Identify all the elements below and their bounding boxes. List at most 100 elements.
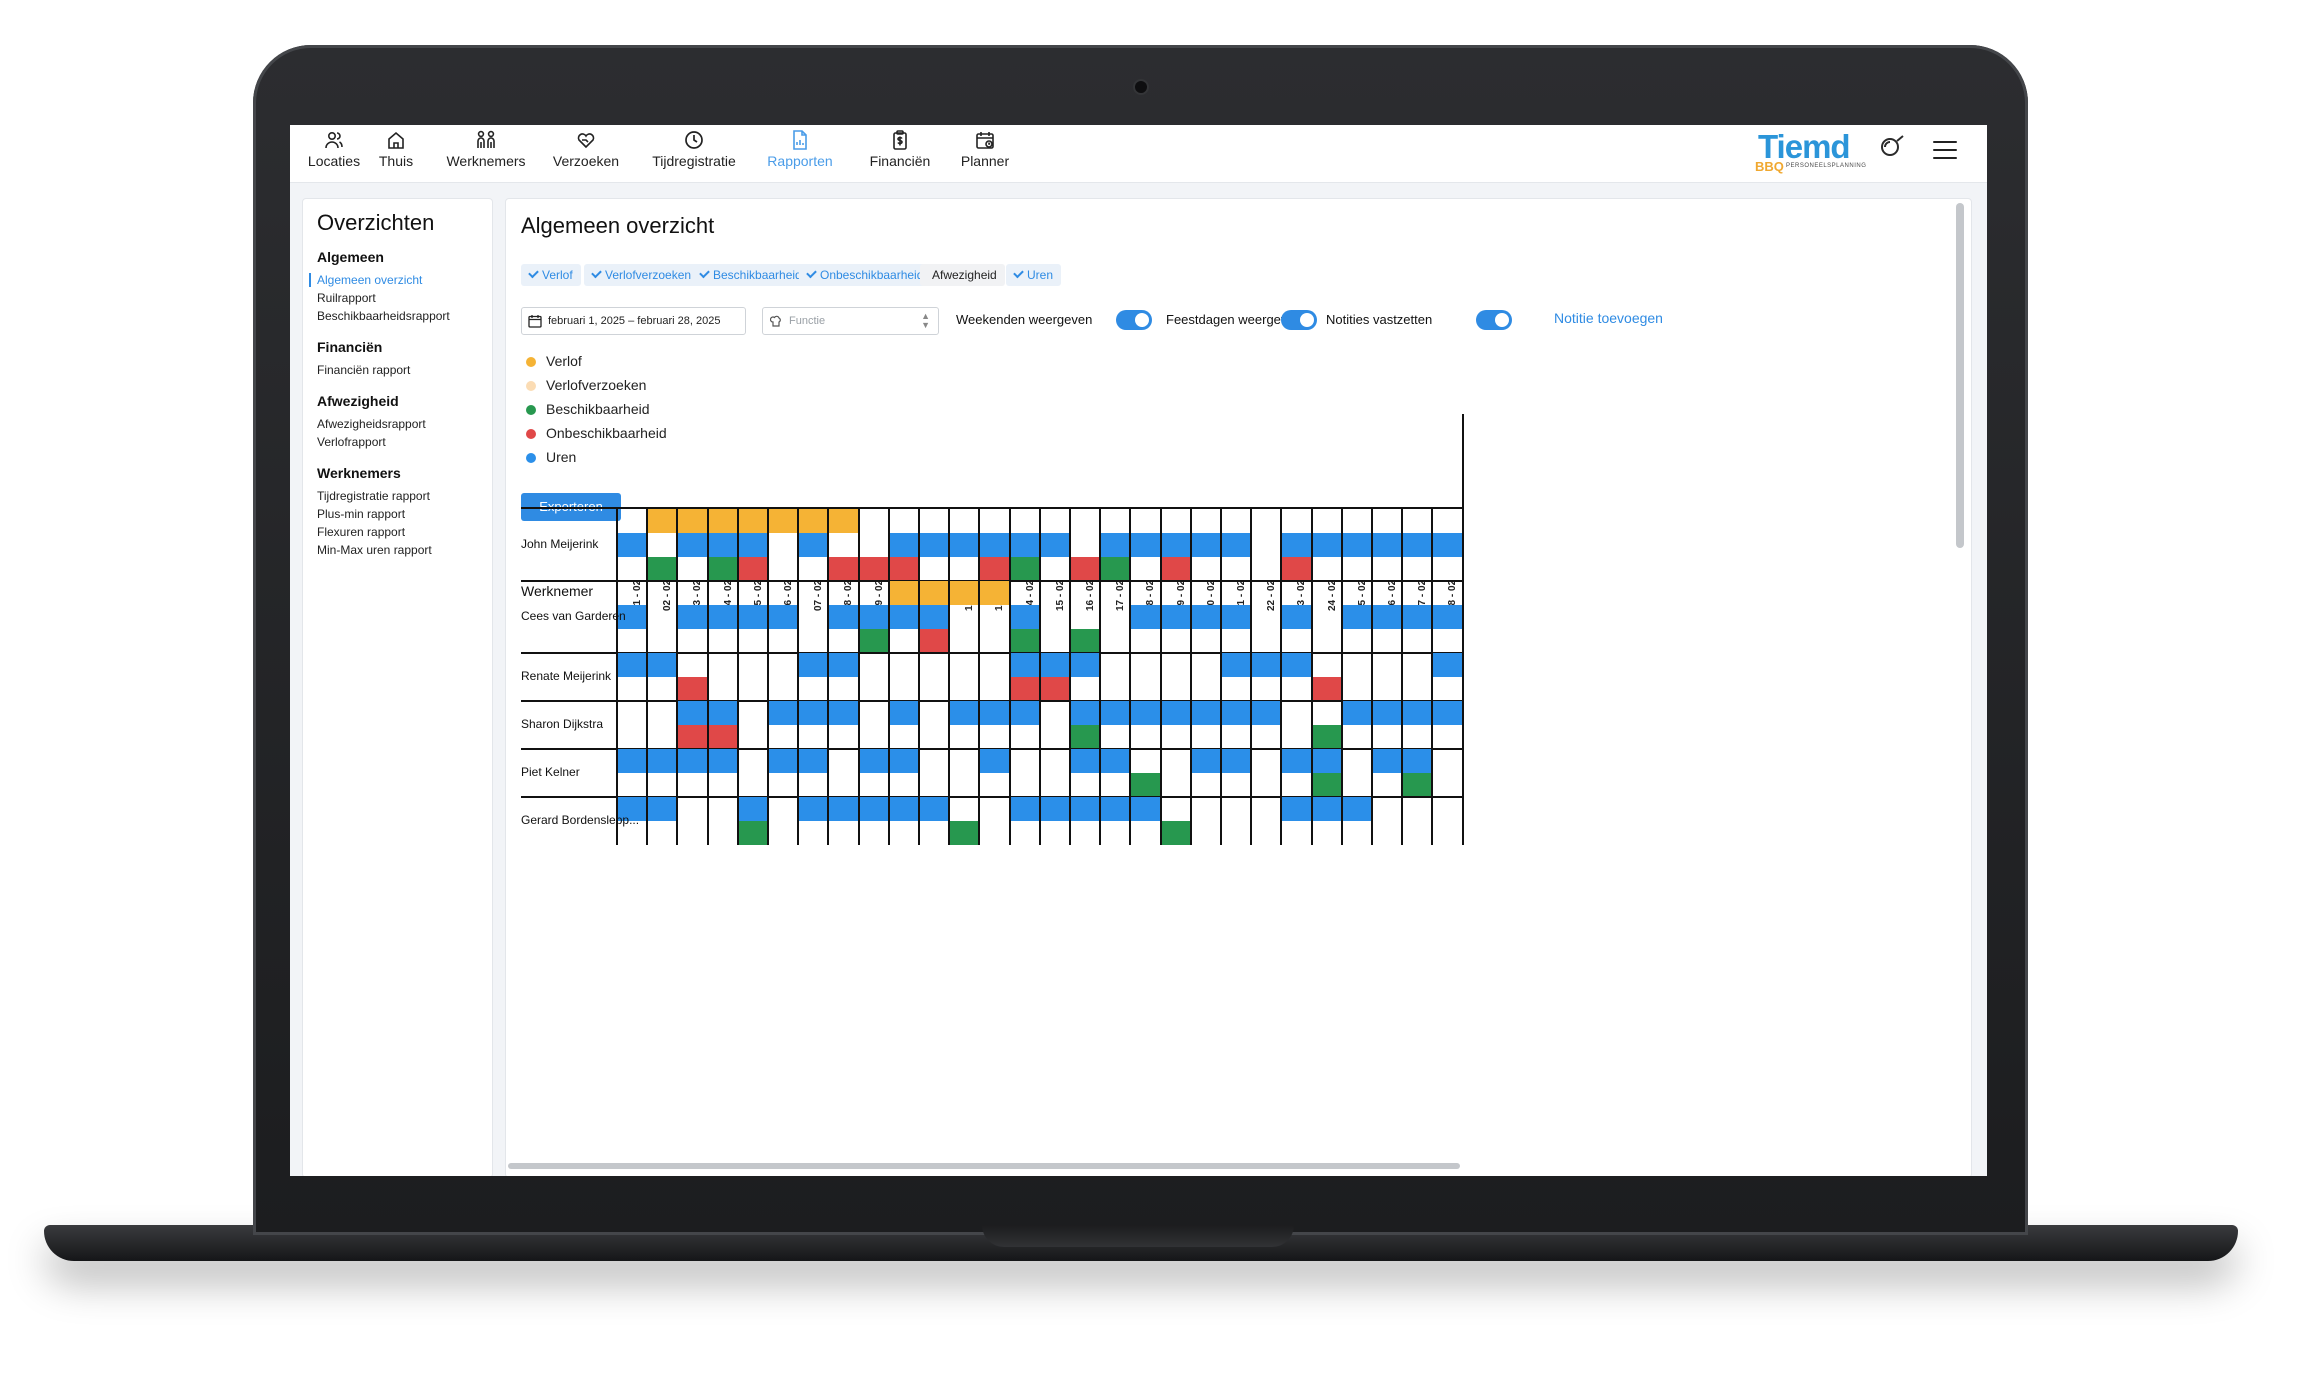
schedule-cell[interactable]: [1402, 773, 1432, 797]
schedule-cell[interactable]: [1039, 653, 1069, 677]
schedule-cell[interactable]: [949, 821, 979, 845]
schedule-cell[interactable]: [1311, 677, 1341, 701]
schedule-cell[interactable]: [647, 557, 677, 581]
chip-verlofverzoeken[interactable]: Verlofverzoeken: [584, 264, 700, 286]
toggle-feestdagen[interactable]: [1281, 310, 1317, 330]
schedule-cell[interactable]: [1070, 653, 1100, 677]
schedule-cell[interactable]: [1402, 605, 1432, 629]
schedule-cell[interactable]: [979, 749, 1009, 773]
toggle-notities[interactable]: [1476, 310, 1512, 330]
schedule-cell[interactable]: [828, 557, 858, 581]
schedule-cell[interactable]: [707, 533, 737, 557]
schedule-cell[interactable]: [768, 749, 798, 773]
sidebar-item[interactable]: Algemeen overzicht: [309, 271, 492, 289]
schedule-cell[interactable]: [1009, 533, 1039, 557]
schedule-cell[interactable]: [858, 629, 888, 653]
schedule-cell[interactable]: [1281, 557, 1311, 581]
schedule-cell[interactable]: [949, 701, 979, 725]
schedule-cell[interactable]: [768, 701, 798, 725]
schedule-cell[interactable]: [1281, 797, 1311, 821]
schedule-cell[interactable]: [1432, 533, 1462, 557]
schedule-cell[interactable]: [1160, 701, 1190, 725]
schedule-cell[interactable]: [1221, 605, 1251, 629]
schedule-cell[interactable]: [1432, 605, 1462, 629]
schedule-cell[interactable]: [1281, 653, 1311, 677]
sidebar-item[interactable]: Verlofrapport: [317, 433, 492, 451]
schedule-cell[interactable]: [1432, 701, 1462, 725]
schedule-cell[interactable]: [919, 533, 949, 557]
sidebar-item[interactable]: Ruilrapport: [317, 289, 492, 307]
schedule-cell[interactable]: [1341, 701, 1371, 725]
schedule-cell[interactable]: [1190, 533, 1220, 557]
tiemdo-logo[interactable]: Tiemd BBQ PERSONEELSPLANNING: [1755, 128, 1904, 178]
schedule-cell[interactable]: [1160, 605, 1190, 629]
schedule-cell[interactable]: [1221, 749, 1251, 773]
schedule-cell[interactable]: [888, 797, 918, 821]
schedule-cell[interactable]: [1070, 725, 1100, 749]
schedule-cell[interactable]: [828, 605, 858, 629]
sidebar-item[interactable]: Beschikbaarheidsrapport: [317, 307, 492, 325]
schedule-cell[interactable]: [888, 533, 918, 557]
schedule-cell[interactable]: [677, 725, 707, 749]
schedule-cell[interactable]: [768, 509, 798, 533]
schedule-cell[interactable]: [1251, 653, 1281, 677]
schedule-cell[interactable]: [888, 605, 918, 629]
schedule-cell[interactable]: [828, 509, 858, 533]
schedule-cell[interactable]: [1070, 749, 1100, 773]
schedule-cell[interactable]: [919, 605, 949, 629]
schedule-cell[interactable]: [1311, 749, 1341, 773]
schedule-cell[interactable]: [949, 581, 979, 605]
schedule-cell[interactable]: [1190, 749, 1220, 773]
schedule-cell[interactable]: [1160, 533, 1190, 557]
schedule-cell[interactable]: [1372, 605, 1402, 629]
schedule-cell[interactable]: [1190, 701, 1220, 725]
schedule-cell[interactable]: [798, 533, 828, 557]
schedule-cell[interactable]: [1372, 701, 1402, 725]
schedule-cell[interactable]: [1402, 749, 1432, 773]
schedule-cell[interactable]: [737, 797, 767, 821]
schedule-cell[interactable]: [1281, 605, 1311, 629]
schedule-cell[interactable]: [858, 797, 888, 821]
chip-uren[interactable]: Uren: [1006, 264, 1062, 286]
sidebar-item[interactable]: Plus-min rapport: [317, 505, 492, 523]
schedule-cell[interactable]: [1311, 797, 1341, 821]
nav-item-verzoeken[interactable]: Verzoeken: [545, 130, 627, 180]
schedule-cell[interactable]: [858, 557, 888, 581]
schedule-cell[interactable]: [707, 725, 737, 749]
schedule-cell[interactable]: [1100, 533, 1130, 557]
schedule-cell[interactable]: [737, 533, 767, 557]
schedule-cell[interactable]: [798, 749, 828, 773]
schedule-cell[interactable]: [677, 509, 707, 533]
sidebar-item[interactable]: Flexuren rapport: [317, 523, 492, 541]
sidebar-item[interactable]: Tijdregistratie rapport: [317, 487, 492, 505]
schedule-cell[interactable]: [1372, 749, 1402, 773]
menu-icon[interactable]: [1933, 141, 1957, 161]
schedule-cell[interactable]: [1100, 797, 1130, 821]
schedule-cell[interactable]: [647, 509, 677, 533]
schedule-cell[interactable]: [1402, 701, 1432, 725]
schedule-cell[interactable]: [1372, 533, 1402, 557]
nav-item-planner[interactable]: Planner: [954, 130, 1016, 180]
schedule-cell[interactable]: [1311, 773, 1341, 797]
schedule-cell[interactable]: [707, 749, 737, 773]
schedule-cell[interactable]: [828, 701, 858, 725]
date-range-picker[interactable]: februari 1, 2025 – februari 28, 2025: [521, 307, 746, 335]
sidebar-item[interactable]: Min-Max uren rapport: [317, 541, 492, 559]
schedule-cell[interactable]: [1100, 701, 1130, 725]
chip-verlof[interactable]: Verlof: [521, 264, 581, 286]
schedule-cell[interactable]: [979, 557, 1009, 581]
nav-item-tijdregistratie[interactable]: Tijdregistratie: [640, 130, 748, 180]
schedule-cell[interactable]: [707, 605, 737, 629]
schedule-cell[interactable]: [979, 701, 1009, 725]
schedule-cell[interactable]: [1039, 533, 1069, 557]
schedule-cell[interactable]: [828, 797, 858, 821]
schedule-cell[interactable]: [1432, 653, 1462, 677]
schedule-cell[interactable]: [888, 557, 918, 581]
schedule-cell[interactable]: [949, 533, 979, 557]
schedule-cell[interactable]: [1190, 605, 1220, 629]
horizontal-scrollbar[interactable]: [508, 1163, 1460, 1169]
schedule-cell[interactable]: [1130, 797, 1160, 821]
schedule-cell[interactable]: [1039, 797, 1069, 821]
schedule-cell[interactable]: [1100, 749, 1130, 773]
schedule-cell[interactable]: [1311, 725, 1341, 749]
